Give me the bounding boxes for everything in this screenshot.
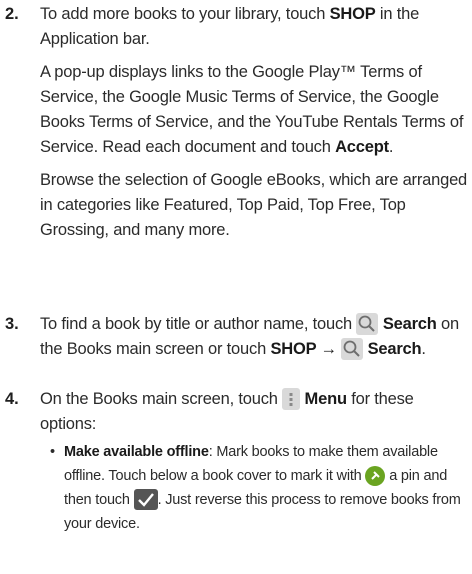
step-body: On the Books main screen, touch Menu for…	[40, 388, 414, 433]
option-title: Make available offline	[64, 444, 209, 460]
menu-icon	[282, 388, 301, 410]
menu-label: Menu	[304, 390, 347, 408]
checkmark-icon	[133, 489, 158, 510]
shop-arrow-label: SHOP →	[270, 340, 337, 358]
pin-icon	[365, 466, 386, 486]
step-paragraph: To add more books to your library, touch…	[40, 5, 420, 48]
step-paragraph: Browse the selection of Google eBooks, w…	[40, 171, 468, 239]
step-number: 4.	[5, 390, 19, 408]
search-label: Search	[367, 340, 422, 358]
shop-label: SHOP	[329, 5, 376, 23]
step-number: 3.	[5, 315, 19, 333]
option-bullet-item: • Make available offline: Mark books to …	[50, 440, 468, 536]
step-body: To find a book by title or author name, …	[40, 313, 459, 360]
manual-page: 2. To add more books to your library, to…	[0, 0, 472, 574]
step-paragraph: A pop-up displays links to the Google Pl…	[40, 63, 464, 156]
search-icon	[356, 313, 379, 335]
search-icon	[341, 338, 364, 360]
accept-label: Accept	[335, 138, 389, 156]
search-label: Search	[382, 315, 437, 333]
bullet: •	[50, 444, 55, 460]
step-number: 2.	[5, 5, 19, 23]
step-body: To add more books to your library, touch…	[40, 2, 468, 251]
option-description: Make available offline: Mark books to ma…	[64, 444, 461, 532]
